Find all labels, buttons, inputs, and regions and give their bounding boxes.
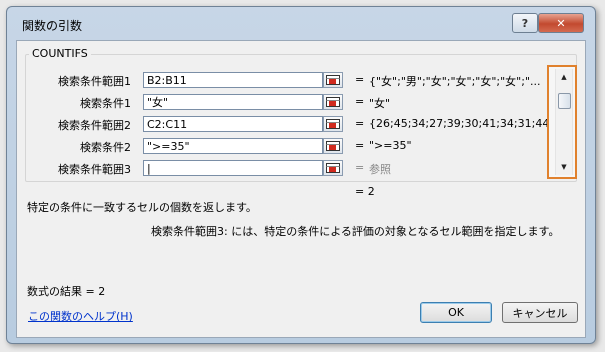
arg-label-range2: 検索条件範囲2 bbox=[58, 119, 131, 132]
dialog-window: 関数の引数 ? ✕ COUNTIFS 検索条件範囲1 B2:B11 = {"女"… bbox=[6, 6, 596, 344]
equals-sign: = bbox=[355, 161, 365, 174]
collapse-dialog-button[interactable] bbox=[323, 94, 343, 110]
equals-sign: = bbox=[355, 95, 365, 108]
range-select-icon bbox=[326, 141, 340, 151]
scroll-down-icon[interactable]: ▼ bbox=[556, 163, 572, 171]
collapse-dialog-button[interactable] bbox=[323, 138, 343, 154]
cancel-button[interactable]: キャンセル bbox=[502, 302, 578, 323]
arguments-scrollbar[interactable]: ▲ ▼ bbox=[547, 65, 577, 179]
arg-input-criteria2[interactable]: ">=35" bbox=[143, 138, 323, 154]
arg-result-range1: {"女";"男";"女";"女";"女";"女";"... bbox=[369, 75, 541, 88]
arg-input-range2[interactable]: C2:C11 bbox=[143, 116, 323, 132]
arg-label-range1: 検索条件範囲1 bbox=[58, 75, 131, 88]
function-name: COUNTIFS bbox=[29, 47, 91, 60]
scrollbar-track[interactable]: ▲ ▼ bbox=[555, 69, 573, 175]
dialog-body: COUNTIFS 検索条件範囲1 B2:B11 = {"女";"男";"女";"… bbox=[16, 40, 586, 338]
arg-result-criteria2: ">=35" bbox=[369, 139, 412, 152]
formula-result: 数式の結果 = 2 bbox=[27, 285, 106, 298]
range-select-icon bbox=[326, 119, 340, 129]
arg-label-criteria1: 検索条件1 bbox=[80, 97, 131, 110]
collapse-dialog-button[interactable] bbox=[323, 116, 343, 132]
range-select-icon bbox=[326, 163, 340, 173]
arg-label-range3: 検索条件範囲3 bbox=[58, 163, 131, 176]
total-result: = 2 bbox=[355, 185, 375, 198]
arg-input-range3[interactable]: | bbox=[143, 160, 323, 176]
ok-button[interactable]: OK bbox=[420, 302, 492, 323]
scrollbar-thumb[interactable] bbox=[558, 93, 571, 109]
equals-sign: = bbox=[355, 73, 365, 86]
dialog-title: 関数の引数 bbox=[22, 19, 83, 33]
function-description: 特定の条件に一致するセルの個数を返します。 bbox=[27, 201, 257, 214]
arg-input-range1[interactable]: B2:B11 bbox=[143, 72, 323, 88]
arg-result-range3: 参照 bbox=[369, 163, 391, 176]
function-help-link[interactable]: この関数のヘルプ(H) bbox=[28, 308, 133, 324]
argument-description: 検索条件範囲3: には、特定の条件による評価の対象となるセル範囲を指定します。 bbox=[151, 225, 560, 238]
arg-input-criteria1[interactable]: "女" bbox=[143, 94, 323, 110]
arg-result-range2: {26;45;34;27;39;30;41;34;31;44} bbox=[369, 117, 557, 130]
arg-result-criteria1: "女" bbox=[369, 97, 391, 110]
equals-sign: = bbox=[355, 139, 365, 152]
equals-sign: = bbox=[355, 117, 365, 130]
scroll-up-icon[interactable]: ▲ bbox=[556, 73, 572, 81]
arg-label-criteria2: 検索条件2 bbox=[80, 141, 131, 154]
close-button[interactable]: ✕ bbox=[538, 13, 584, 33]
collapse-dialog-button[interactable] bbox=[323, 72, 343, 88]
help-title-button[interactable]: ? bbox=[512, 13, 538, 33]
range-select-icon bbox=[326, 75, 340, 85]
range-select-icon bbox=[326, 97, 340, 107]
collapse-dialog-button[interactable] bbox=[323, 160, 343, 176]
